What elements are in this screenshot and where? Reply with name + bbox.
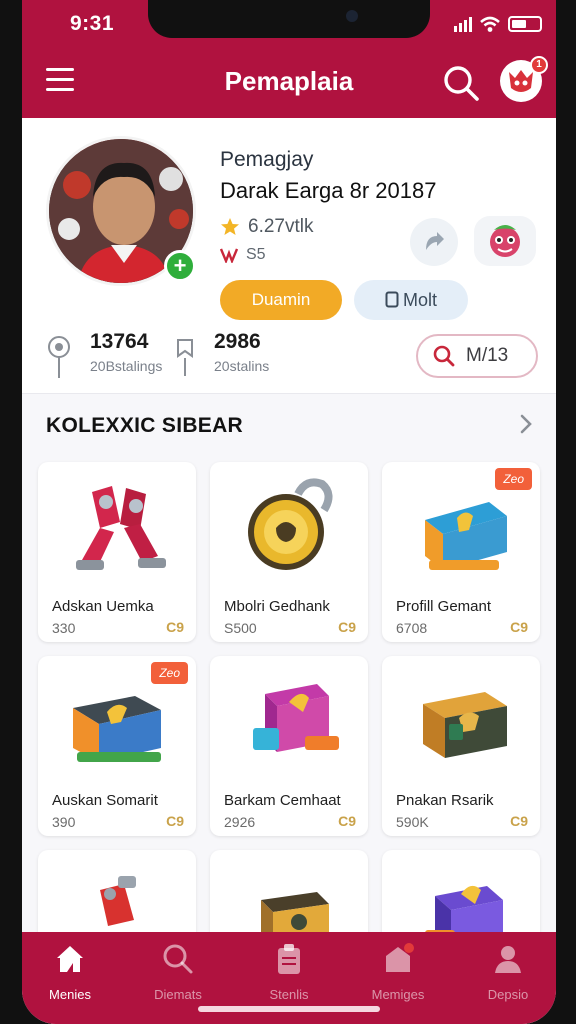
item-price: 330	[52, 620, 76, 636]
inbox-icon	[386, 943, 414, 972]
robot-legs-icon	[76, 486, 166, 570]
pet-icon	[490, 225, 520, 257]
collection-grid: Adskan Uemka 330 C9 Mbolri Gedhank S500 …	[22, 454, 556, 1024]
home-indicator	[198, 1006, 380, 1012]
profile-subtitle: Darak Earga 8r 20187	[220, 178, 437, 203]
signal-icon	[454, 16, 472, 32]
username: Pemagjay	[220, 148, 314, 171]
wifi-icon	[480, 16, 500, 32]
stat-primary: 13764 20Bstalings	[90, 330, 162, 374]
item-price: 6708	[396, 620, 428, 636]
item-card[interactable]: Mbolri Gedhank S500 C9	[210, 462, 368, 642]
item-card[interactable]: Pnakan Rsarik 590K C9	[382, 656, 540, 836]
rank-icon	[220, 248, 238, 263]
nav-messages-label: Memiges	[371, 987, 425, 1002]
filter-label: M/13	[466, 345, 509, 366]
stat-primary-label: 20Bstalings	[90, 358, 163, 374]
battery-icon	[508, 16, 542, 32]
phone-frame: 9:31 Pemaplaia 1 + Pemagjay Darak Earga …	[0, 0, 576, 1024]
document-icon	[385, 291, 399, 308]
location-icon	[48, 336, 70, 378]
stat-secondary-label: 20stalins	[214, 358, 270, 374]
clipboard-icon	[278, 944, 300, 974]
stat-secondary-value: 2986	[214, 330, 261, 353]
rating: 6.27vtlk	[220, 216, 313, 238]
item-tag: Zeo	[495, 468, 532, 490]
item-card[interactable]: Barkam Cemhaat 2926 C9	[210, 656, 368, 836]
nav-search[interactable]: Diemats	[130, 942, 226, 1002]
item-name: Auskan Somarit	[52, 792, 158, 809]
item-name: Profill Gemant	[396, 598, 492, 615]
search-icon	[433, 345, 455, 367]
rating-value: 6.27vtlk	[248, 216, 314, 237]
stat-secondary: 2986 20stalins	[214, 330, 269, 374]
nav-home[interactable]: Menies	[22, 942, 118, 1002]
item-card[interactable]: Adskan Uemka 330 C9	[38, 462, 196, 642]
home-icon	[57, 946, 83, 972]
item-tag: Zeo	[151, 662, 188, 684]
status-bar: 9:31	[22, 0, 556, 48]
user-icon	[495, 946, 521, 973]
item-coin: C9	[510, 813, 528, 829]
nav-home-label: Menies	[49, 987, 91, 1002]
rank: S5	[220, 246, 266, 264]
item-coin: C9	[338, 619, 356, 635]
search-button[interactable]	[440, 62, 482, 104]
nav-search-label: Diemats	[154, 987, 202, 1002]
chevron-right-icon[interactable]	[516, 412, 536, 436]
add-friend-button[interactable]: +	[164, 250, 196, 282]
item-image	[210, 656, 368, 786]
item-price: 2926	[224, 814, 256, 830]
item-card[interactable]: Zeo Profill Gemant 6708 C9	[382, 462, 540, 642]
star-icon	[221, 218, 239, 235]
secondary-button-label: Molt	[402, 290, 437, 310]
profile-card: + Pemagjay Darak Earga 8r 20187 6.27vtlk…	[22, 118, 556, 394]
nav-profile[interactable]: Depsio	[460, 942, 556, 1002]
item-name: Adskan Uemka	[52, 598, 154, 615]
filter-button[interactable]: M/13	[416, 334, 538, 378]
medal-icon	[248, 478, 333, 570]
treasure-chest-icon	[423, 692, 507, 758]
item-image	[38, 462, 196, 592]
collection-section-header: KOLEXXIC SIBEAR	[22, 394, 556, 454]
app-screen: 9:31 Pemaplaia 1 + Pemagjay Darak Earga …	[22, 0, 556, 1024]
item-coin: C9	[338, 813, 356, 829]
primary-action-button[interactable]: Duamin	[220, 280, 342, 320]
nav-profile-label: Depsio	[487, 987, 529, 1002]
secondary-action-button[interactable]: Molt	[354, 280, 468, 320]
item-name: Mbolri Gedhank	[224, 598, 330, 615]
item-coin: C9	[166, 619, 184, 635]
status-time: 9:31	[70, 12, 115, 35]
notifications-button[interactable]: 1	[500, 56, 548, 102]
gift-box-icon	[253, 684, 339, 752]
item-card[interactable]: Zeo Auskan Somarit 390 C9	[38, 656, 196, 836]
item-price: 590K	[396, 814, 429, 830]
share-button[interactable]	[410, 218, 458, 266]
section-title: KOLEXXIC SIBEAR	[46, 414, 244, 437]
item-price: S500	[224, 620, 257, 636]
item-coin: C9	[166, 813, 184, 829]
nav-stats-label: Stenlis	[269, 987, 309, 1002]
pet-button[interactable]	[474, 216, 536, 266]
item-image	[382, 656, 540, 786]
camera-icon	[346, 10, 358, 22]
stat-primary-value: 13764	[90, 330, 149, 353]
notification-badge: 1	[530, 56, 548, 74]
item-coin: C9	[510, 619, 528, 635]
item-name: Barkam Cemhaat	[224, 792, 341, 809]
item-price: 390	[52, 814, 76, 830]
rank-value: S5	[246, 246, 266, 263]
item-name: Pnakan Rsarik	[396, 792, 494, 809]
search-icon	[444, 66, 479, 101]
bookmark-icon	[177, 339, 193, 376]
share-icon	[426, 232, 444, 250]
item-image	[210, 462, 368, 592]
status-icons	[454, 14, 542, 34]
camera-notch	[148, 0, 430, 38]
nav-stats[interactable]: Stenlis	[241, 942, 337, 1002]
search-icon	[163, 944, 193, 974]
app-header: Pemaplaia 1	[22, 48, 556, 118]
nav-messages[interactable]: Memiges	[350, 942, 446, 1002]
